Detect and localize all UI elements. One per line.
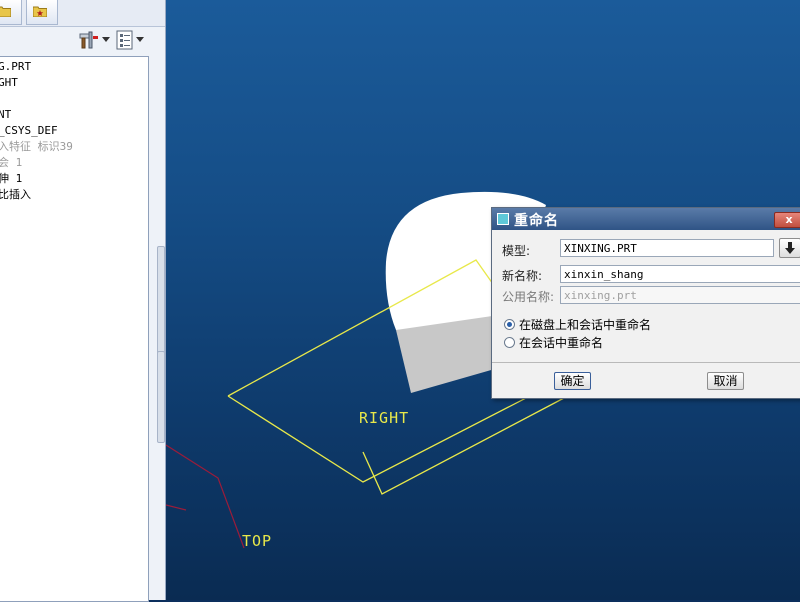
- ok-button[interactable]: 确定: [554, 372, 591, 390]
- right-plane-label: RIGHT: [359, 409, 410, 427]
- option-label: 在磁盘上和会话中重命名: [519, 318, 652, 332]
- dialog-title-bar[interactable]: 重命名 x: [492, 208, 800, 230]
- panel-splitter[interactable]: [155, 56, 165, 600]
- option-rename-session-only[interactable]: 在会话中重命名: [504, 334, 603, 351]
- tree-item-insert-feature[interactable]: 入特征 标识39: [0, 140, 73, 154]
- radio-button[interactable]: [504, 337, 515, 348]
- splitter-handle-upper[interactable]: [157, 246, 165, 358]
- tree-item-front-plane[interactable]: NT: [0, 108, 11, 122]
- common-name-label: 公用名称:: [502, 290, 555, 304]
- arrow-down-icon: [785, 242, 795, 254]
- tree-item-right-plane[interactable]: GHT: [0, 76, 18, 90]
- model-tree-panel: G.PRT GHT NT _CSYS_DEF 入特征 标识39 会 1 伸 1 …: [0, 0, 166, 602]
- tab-folder-browser[interactable]: [0, 0, 22, 25]
- top-plane-label: TOP: [242, 532, 273, 550]
- tree-item-model[interactable]: G.PRT: [0, 60, 31, 74]
- datum-plane-top[interactable]: [166, 444, 245, 549]
- model-select-button[interactable]: [779, 238, 800, 258]
- navigator-tab-bar: [0, 0, 165, 27]
- close-button[interactable]: x: [774, 212, 800, 228]
- chevron-down-icon: [136, 37, 144, 42]
- dialog-title: 重命名: [514, 213, 559, 229]
- option-label: 在会话中重命名: [519, 336, 604, 350]
- tree-item-insert-here[interactable]: 比插入: [0, 188, 31, 202]
- cancel-button[interactable]: 取消: [707, 372, 744, 390]
- tree-item-extrude[interactable]: 伸 1: [0, 172, 22, 186]
- chevron-down-icon: [102, 37, 110, 42]
- datum-plane-top-edge: [166, 504, 187, 511]
- folder-icon: [0, 6, 11, 17]
- tree-toolbar: [0, 26, 165, 56]
- favorites-icon: [33, 6, 47, 17]
- new-name-input[interactable]: xinxin_shang: [560, 265, 800, 283]
- dialog-divider: [492, 362, 800, 363]
- radio-button-selected[interactable]: [504, 319, 515, 330]
- tree-item-csys[interactable]: _CSYS_DEF: [0, 124, 58, 138]
- tree-settings-button[interactable]: [78, 29, 110, 51]
- common-name-field: xinxing.prt: [560, 286, 800, 304]
- splitter-handle-lower[interactable]: [157, 351, 165, 443]
- tools-icon: [79, 31, 98, 49]
- tree-item-sketch[interactable]: 会 1: [0, 156, 22, 170]
- option-rename-disk-and-session[interactable]: 在磁盘上和会话中重命名: [504, 316, 651, 333]
- model-tree: G.PRT GHT NT _CSYS_DEF 入特征 标识39 会 1 伸 1 …: [0, 56, 149, 602]
- rename-dialog: 重命名 x 模型: XINXING.PRT 新名称: xinxin_shang …: [491, 207, 800, 399]
- list-view-icon: [116, 30, 133, 50]
- model-field: XINXING.PRT: [560, 239, 774, 257]
- tree-show-button[interactable]: [116, 29, 144, 51]
- model-label: 模型:: [502, 244, 531, 258]
- window-icon: [497, 213, 509, 225]
- new-name-label: 新名称:: [502, 269, 543, 283]
- tab-favorites[interactable]: [26, 0, 58, 25]
